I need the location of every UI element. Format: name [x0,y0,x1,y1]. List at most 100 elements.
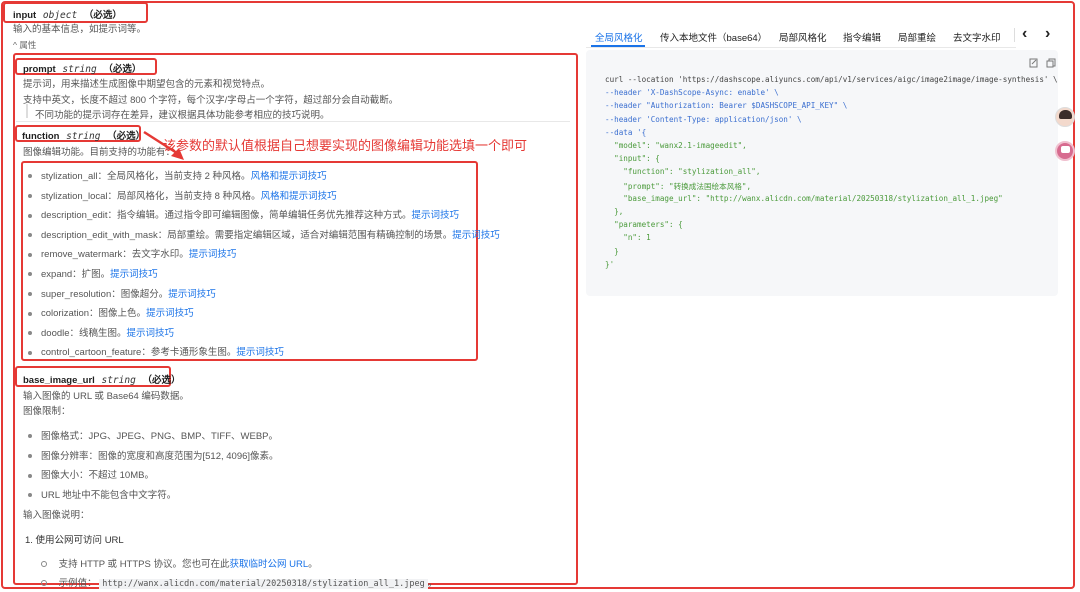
function-option-text: stylization_local：局部风格化，当前支持 8 种风格。 [41,190,261,202]
code-line: } [605,246,619,256]
example-value-end: 。 [427,578,438,589]
code-tab[interactable]: 全局风格化 [595,30,643,44]
function-option: control_cartoon_feature：参考卡通形象生图。提示词技巧 [28,344,284,358]
code-line: curl --location 'https://dashscope.aliyu… [605,75,1058,84]
image-limit-item: 图像格式：JPG、JPEG、PNG、BMP、TIFF、WEBP。 [28,428,278,442]
base-image-url-param-name: base_image_url [23,375,95,386]
example-value-code: http://wanx.alicdn.com/material/20250318… [99,579,428,589]
function-option-link[interactable]: 提示词技巧 [236,347,284,358]
temp-public-url-link[interactable]: 获取临时公网 URL [229,559,308,570]
tab-prev-button[interactable]: ‹ [1022,25,1027,43]
example-value-label: 示例值： [58,578,97,589]
tab-next-button[interactable]: › [1045,25,1050,43]
function-param-header: function string （必选） [22,128,145,142]
copy-icon[interactable] [1046,58,1056,68]
bullet-dot-icon [28,454,32,459]
image-limits-title: 图像限制： [23,406,71,417]
function-option-text: super_resolution：图像超分。 [41,288,169,300]
function-option-link[interactable]: 提示词技巧 [168,289,216,300]
http-support-item: 支持 HTTP 或 HTTPS 协议。您也可在此获取临时公网 URL。 [41,556,318,570]
annotation-text: 该参数的默认值根据自己想要实现的图像编辑功能选填一个即可 [163,138,528,153]
bullet-dot-icon [28,311,32,316]
base-image-url-param-required: （必选） [142,375,181,386]
code-line: --header 'Content-Type: application/json… [605,114,802,124]
function-option-link[interactable]: 风格和提示词技巧 [251,171,327,182]
attributes-toggle[interactable]: ^ 属性 [13,39,36,51]
function-option: super_resolution：图像超分。提示词技巧 [28,286,216,300]
code-line: }, [605,207,624,216]
bullet-dot-icon [28,233,32,238]
edit-icon[interactable] [1029,58,1039,68]
bullet-dot-icon [28,473,32,478]
prompt-param-required: （必选） [103,64,142,75]
tabs-divider [586,47,1016,48]
code-line: "parameters": { [605,220,683,230]
image-limit-text: 图像大小：不超过 10MB。 [41,470,154,482]
image-limit-item: URL 地址中不能包含中文字符。 [28,487,176,501]
function-option: doodle：线稿生图。提示词技巧 [28,325,174,339]
function-option-link[interactable]: 提示词技巧 [412,210,460,221]
code-line: }' [605,259,615,269]
function-option: stylization_all：全局风格化，当前支持 2 种风格。风格和提示词技… [28,168,327,182]
function-option: colorization：图像上色。提示词技巧 [28,305,194,319]
code-line: "prompt": "转换成法国绘本风格", [605,181,752,191]
code-tab[interactable]: 指令编辑 [843,30,881,44]
bullet-dot-icon [28,194,32,199]
tab-nav-separator [1014,28,1015,42]
code-line: "n": 1 [605,233,651,243]
chat-icon [1061,146,1070,153]
bullet-dot-icon [28,350,32,355]
function-option-text: expand：扩图。 [41,269,111,280]
code-tab[interactable]: 传入本地文件（base64） [660,30,767,44]
prompt-desc-line: 提示词，用来描述生成图像中期望包含的元素和视觉特点。 [23,79,271,90]
function-option-link[interactable]: 提示词技巧 [127,328,175,339]
input-param-header: input object （必选） [13,7,122,21]
base-image-url-param-type: string [101,375,136,386]
function-option: description_edit_with_mask：局部重绘。需要指定编辑区域… [28,227,500,241]
input-param-name: input [13,10,37,21]
function-option: description_edit：指令编辑。通过指令即可编辑图像，简单编辑任务优… [28,207,459,221]
prompt-param-header: prompt string （必选） [23,61,141,75]
avatar-hair-icon [1059,110,1072,119]
input-param-required: （必选） [83,10,122,21]
prompt-param-type: string [62,64,97,75]
divider [16,121,570,122]
image-limit-text: 图像分辨率：图像的宽度和高度范围为[512, 4096]像素。 [41,450,279,462]
feedback-button[interactable] [1055,141,1075,161]
function-option-link[interactable]: 提示词技巧 [452,230,500,241]
function-option: expand：扩图。提示词技巧 [28,266,158,280]
bullet-dot-icon [28,331,32,336]
function-option-text: control_cartoon_feature：参考卡通形象生图。 [41,347,237,359]
code-tab[interactable]: 局部风格化 [779,30,827,44]
image-limit-text: 图像格式：JPG、JPEG、PNG、BMP、TIFF、WEBP。 [41,431,278,442]
input-image-explain-title: 输入图像说明： [23,510,90,521]
base-image-url-param-header: base_image_url string （必选） [23,372,180,386]
code-line: "model": "wanx2.1-imageedit", [605,141,747,150]
bullet-dot-icon [28,213,32,218]
code-tab[interactable]: 局部重绘 [898,30,936,44]
function-option-text: remove_watermark：去文字水印。 [41,249,189,261]
function-option-text: stylization_all：全局风格化，当前支持 2 种风格。 [41,171,251,182]
annotation-arrow-icon [143,130,184,160]
bullet-dot-icon [28,252,32,257]
code-tab[interactable]: 去文字水印 [953,30,1001,44]
function-option-link[interactable]: 提示词技巧 [110,269,158,280]
function-option-text: doodle：线稿生图。 [41,327,127,339]
function-option-link[interactable]: 提示词技巧 [146,308,194,319]
function-option-text: description_edit_with_mask：局部重绘。需要指定编辑区域… [41,229,453,241]
assistant-avatar[interactable] [1055,107,1075,127]
prompt-desc-line: 支持中英文，长度不超过 800 个字符，每个汉字/字母占一个字符，超过部分会自动… [23,95,399,106]
step-public-url: 1. 使用公网可访问 URL [25,535,124,546]
http-support-text: 支持 HTTP 或 HTTPS 协议。您也可在此 [58,559,230,570]
chevron-up-icon: ^ [13,40,17,50]
prompt-param-name: prompt [23,64,56,75]
function-option: stylization_local：局部风格化，当前支持 8 种风格。风格和提示… [28,188,337,202]
function-param-name: function [22,131,60,142]
function-option-link[interactable]: 提示词技巧 [189,249,237,260]
prompt-desc-note: 不同功能的提示词存在差异，建议根据具体功能参考相应的技巧说明。 [35,110,330,121]
function-param-type: string [66,131,101,142]
function-option-link[interactable]: 风格和提示词技巧 [261,191,337,202]
code-line: "base_image_url": "http://wanx.alicdn.co… [605,193,1003,203]
bullet-dot-icon [28,292,32,297]
bullet-circle-icon [41,561,47,568]
